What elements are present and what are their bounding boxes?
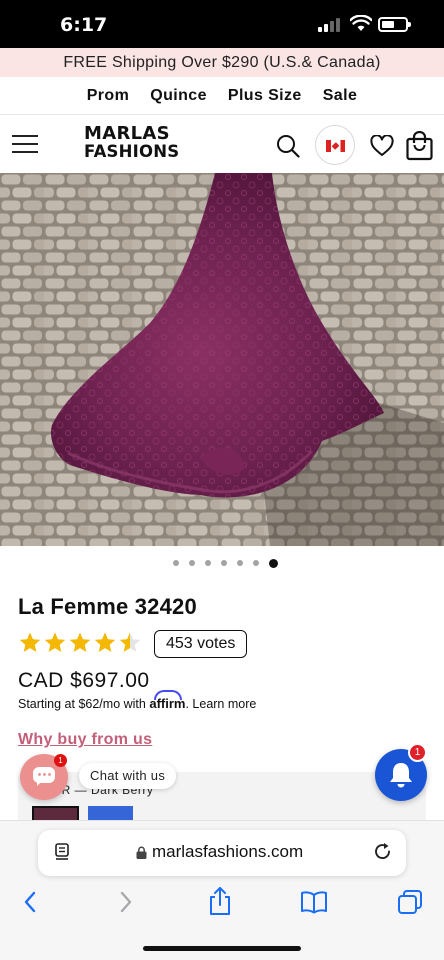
affirm-learn-more[interactable]: . Learn more	[185, 697, 256, 711]
status-time: 6:17	[60, 14, 108, 36]
search-icon[interactable]	[276, 134, 300, 158]
reader-mode-icon[interactable]	[55, 843, 71, 861]
product-price: CAD $697.00	[18, 669, 150, 692]
wifi-icon	[350, 15, 372, 31]
url-text[interactable]: marlasfashions.com	[152, 842, 303, 862]
rating-stars[interactable]	[18, 631, 142, 655]
carousel-dot[interactable]	[204, 560, 211, 566]
nav-quince[interactable]: Quince	[150, 87, 207, 105]
why-buy-link[interactable]: Why buy from us	[18, 731, 152, 749]
promo-banner[interactable]: FREE Shipping Over $290 (U.S.& Canada)	[0, 48, 444, 77]
affirm-logo: affirm	[149, 696, 186, 711]
canada-flag-icon	[326, 140, 345, 152]
product-image[interactable]	[0, 173, 444, 546]
affirm-financing: Starting at $62/mo with affirm. Learn mo…	[18, 696, 256, 711]
site-header: MARLAS FASHIONS	[0, 115, 444, 173]
home-indicator	[143, 946, 301, 951]
reload-icon[interactable]	[373, 842, 393, 862]
star-icon	[44, 632, 66, 652]
notification-badge: 1	[408, 743, 427, 762]
dress-photo	[0, 173, 444, 546]
chat-label[interactable]: Chat with us	[79, 763, 177, 789]
share-icon[interactable]	[207, 886, 233, 916]
logo-line-1: MARLAS	[84, 123, 170, 144]
shopping-bag-icon[interactable]	[406, 131, 433, 161]
star-icon	[119, 632, 141, 652]
carousel-dot[interactable]	[236, 560, 243, 566]
bookmarks-icon[interactable]	[300, 890, 328, 914]
carousel-dot[interactable]	[220, 560, 227, 566]
status-bar: 6:17	[0, 0, 444, 48]
carousel-dot[interactable]	[268, 558, 278, 568]
star-icon	[69, 632, 91, 652]
cellular-signal-icon	[318, 18, 342, 32]
nav-prom[interactable]: Prom	[87, 87, 130, 105]
affirm-prefix: Starting at $62/mo with	[18, 697, 146, 711]
carousel-dot[interactable]	[252, 560, 259, 566]
carousel-dot[interactable]	[172, 560, 179, 566]
image-carousel-dots[interactable]	[0, 556, 444, 570]
votes-badge[interactable]: 453 votes	[154, 630, 248, 658]
chat-icon	[33, 767, 55, 786]
battery-icon	[378, 17, 411, 32]
site-logo[interactable]: MARLAS FASHIONS	[84, 125, 184, 161]
bell-icon	[390, 763, 412, 788]
forward-chevron-icon[interactable]	[116, 888, 136, 916]
chat-badge: 1	[54, 754, 67, 767]
star-icon	[94, 632, 116, 652]
logo-line-2: FASHIONS	[84, 142, 180, 161]
tabs-icon[interactable]	[397, 889, 423, 915]
carousel-dot[interactable]	[188, 560, 195, 566]
hamburger-menu-icon[interactable]	[12, 135, 38, 153]
product-title: La Femme 32420	[18, 594, 197, 619]
wishlist-heart-icon[interactable]	[370, 135, 394, 157]
nav-sale[interactable]: Sale	[323, 87, 358, 105]
lock-icon	[136, 846, 147, 859]
top-nav: Prom Quince Plus Size Sale	[0, 77, 444, 115]
back-chevron-icon[interactable]	[20, 888, 40, 916]
country-selector[interactable]	[315, 125, 355, 165]
star-icon	[19, 632, 41, 652]
nav-plus-size[interactable]: Plus Size	[228, 87, 302, 105]
